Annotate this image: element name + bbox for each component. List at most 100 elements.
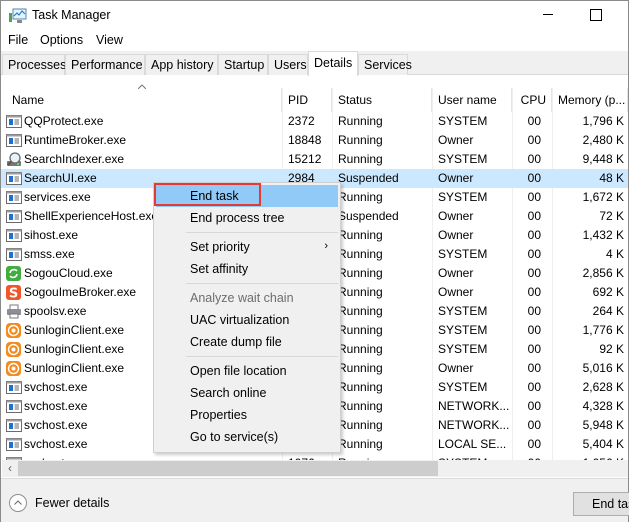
process-name: svchost.exe (24, 418, 88, 432)
process-name: svchost.exe (24, 437, 88, 451)
menu-item-label: Analyze wait chain (190, 291, 294, 305)
process-cpu: 00 (527, 247, 541, 261)
process-cpu: 00 (527, 285, 541, 299)
app-window-icon (6, 228, 22, 243)
process-cpu: 00 (527, 114, 541, 128)
menu-item-properties[interactable]: Properties (156, 404, 338, 426)
process-user: Owner (438, 228, 474, 242)
chevron-right-icon: › (324, 240, 328, 252)
column-header-user-name[interactable]: User name (432, 88, 512, 112)
process-cpu: 00 (527, 133, 541, 147)
process-row[interactable]: SearchIndexer.exe 15212 Running SYSTEM 00 9,4… (1, 150, 628, 169)
tab-performance[interactable]: Performance (65, 54, 145, 75)
tab-processes[interactable]: Processes (2, 54, 66, 75)
process-name: SunloginClient.exe (24, 323, 125, 337)
app-window-icon (6, 247, 22, 262)
tab-services[interactable]: Services (358, 54, 412, 75)
fewer-details-link[interactable]: Fewer details (35, 496, 109, 510)
process-status: Running (338, 342, 383, 356)
process-user: Owner (438, 171, 474, 185)
column-header-status[interactable]: Status (332, 88, 432, 112)
menu-item-label: Create dump file (190, 335, 282, 349)
horizontal-scrollbar[interactable]: ‹ (2, 460, 628, 477)
column-header-memory[interactable]: Memory (p... (552, 88, 628, 112)
tab-details[interactable]: Details (308, 51, 358, 76)
process-cpu: 00 (527, 361, 541, 375)
process-memory: 2,628 K (582, 380, 624, 394)
process-status: Running (338, 323, 383, 337)
process-row[interactable]: QQProtect.exe 2372 Running SYSTEM 00 1,796 K (1, 112, 628, 131)
sunlogin-icon (6, 361, 22, 376)
process-status: Running (338, 266, 383, 280)
process-name: RuntimeBroker.exe (24, 133, 127, 147)
process-cpu: 00 (527, 399, 541, 413)
process-memory: 4 K (605, 247, 624, 261)
process-row[interactable]: RuntimeBroker.exe 18848 Running Owner 00 2,48… (1, 131, 628, 150)
process-status: Running (338, 190, 383, 204)
process-user: SYSTEM (438, 342, 488, 356)
menu-options[interactable]: Options (40, 33, 83, 47)
process-status: Running (338, 285, 383, 299)
column-header-cpu[interactable]: CPU (512, 88, 552, 112)
process-memory: 1,672 K (582, 190, 624, 204)
tab-startup[interactable]: Startup (218, 54, 268, 75)
scroll-left-icon[interactable]: ‹ (2, 460, 18, 477)
process-pid: 18848 (288, 133, 322, 147)
process-user: NETWORK... (438, 418, 510, 432)
process-memory: 48 K (599, 171, 624, 185)
menu-view[interactable]: View (96, 33, 123, 47)
title-bar: Task Manager (1, 1, 628, 31)
menu-item-search-online[interactable]: Search online (156, 382, 338, 404)
column-header-name[interactable]: Name (1, 88, 282, 112)
process-user: Owner (438, 266, 474, 280)
sunlogin-icon (6, 342, 22, 357)
process-user: NETWORK... (438, 399, 510, 413)
process-cpu: 00 (527, 152, 541, 166)
process-user: SYSTEM (438, 247, 488, 261)
menu-item-open-file-location[interactable]: Open file location (156, 360, 338, 382)
process-user: Owner (438, 209, 474, 223)
app-window-icon (6, 209, 22, 224)
process-name: sihost.exe (24, 228, 79, 242)
menu-item-create-dump-file[interactable]: Create dump file (156, 331, 338, 353)
process-name: QQProtect.exe (24, 114, 104, 128)
process-name: ShellExperienceHost.exe (24, 209, 159, 223)
annotation-highlight-box (154, 183, 261, 206)
menu-item-end-process-tree[interactable]: End process tree (156, 207, 338, 229)
process-status: Running (338, 114, 383, 128)
process-cpu: 00 (527, 323, 541, 337)
menu-item-label: Set affinity (190, 262, 249, 276)
tab-app-history[interactable]: App history (145, 54, 218, 75)
process-name: SogouCloud.exe (24, 266, 113, 280)
process-cpu: 00 (527, 171, 541, 185)
process-memory: 2,856 K (582, 266, 624, 280)
menu-item-label: Open file location (190, 364, 287, 378)
menu-file[interactable]: File (8, 33, 28, 47)
chevron-up-circle-icon[interactable] (9, 494, 27, 512)
menu-separator (186, 283, 338, 284)
process-memory: 1,432 K (582, 228, 624, 242)
process-memory: 72 K (599, 209, 624, 223)
process-user: LOCAL SE... (438, 437, 507, 451)
process-user: SYSTEM (438, 323, 488, 337)
process-cpu: 00 (527, 266, 541, 280)
app-window-icon (6, 437, 22, 452)
task-manager-icon (9, 8, 27, 23)
end-task-button[interactable]: End task (573, 492, 629, 516)
process-status: Running (338, 361, 383, 375)
app-window-icon (6, 399, 22, 414)
process-user: SYSTEM (438, 380, 488, 394)
menu-item-set-priority[interactable]: Set priority › (156, 236, 338, 258)
minimize-button[interactable] (525, 1, 571, 31)
process-status: Running (338, 152, 383, 166)
menu-item-uac-virtualization[interactable]: UAC virtualization (156, 309, 338, 331)
column-header-pid[interactable]: PID (282, 88, 332, 112)
maximize-button[interactable] (572, 1, 618, 31)
menu-item-set-affinity[interactable]: Set affinity (156, 258, 338, 280)
scrollbar-thumb[interactable] (18, 461, 438, 476)
menu-item-go-to-service-s[interactable]: Go to service(s) (156, 426, 338, 448)
process-cpu: 00 (527, 437, 541, 451)
process-name: SearchIndexer.exe (24, 152, 125, 166)
tab-users[interactable]: Users (268, 54, 308, 75)
footer-bar: Fewer details End task (1, 478, 629, 522)
